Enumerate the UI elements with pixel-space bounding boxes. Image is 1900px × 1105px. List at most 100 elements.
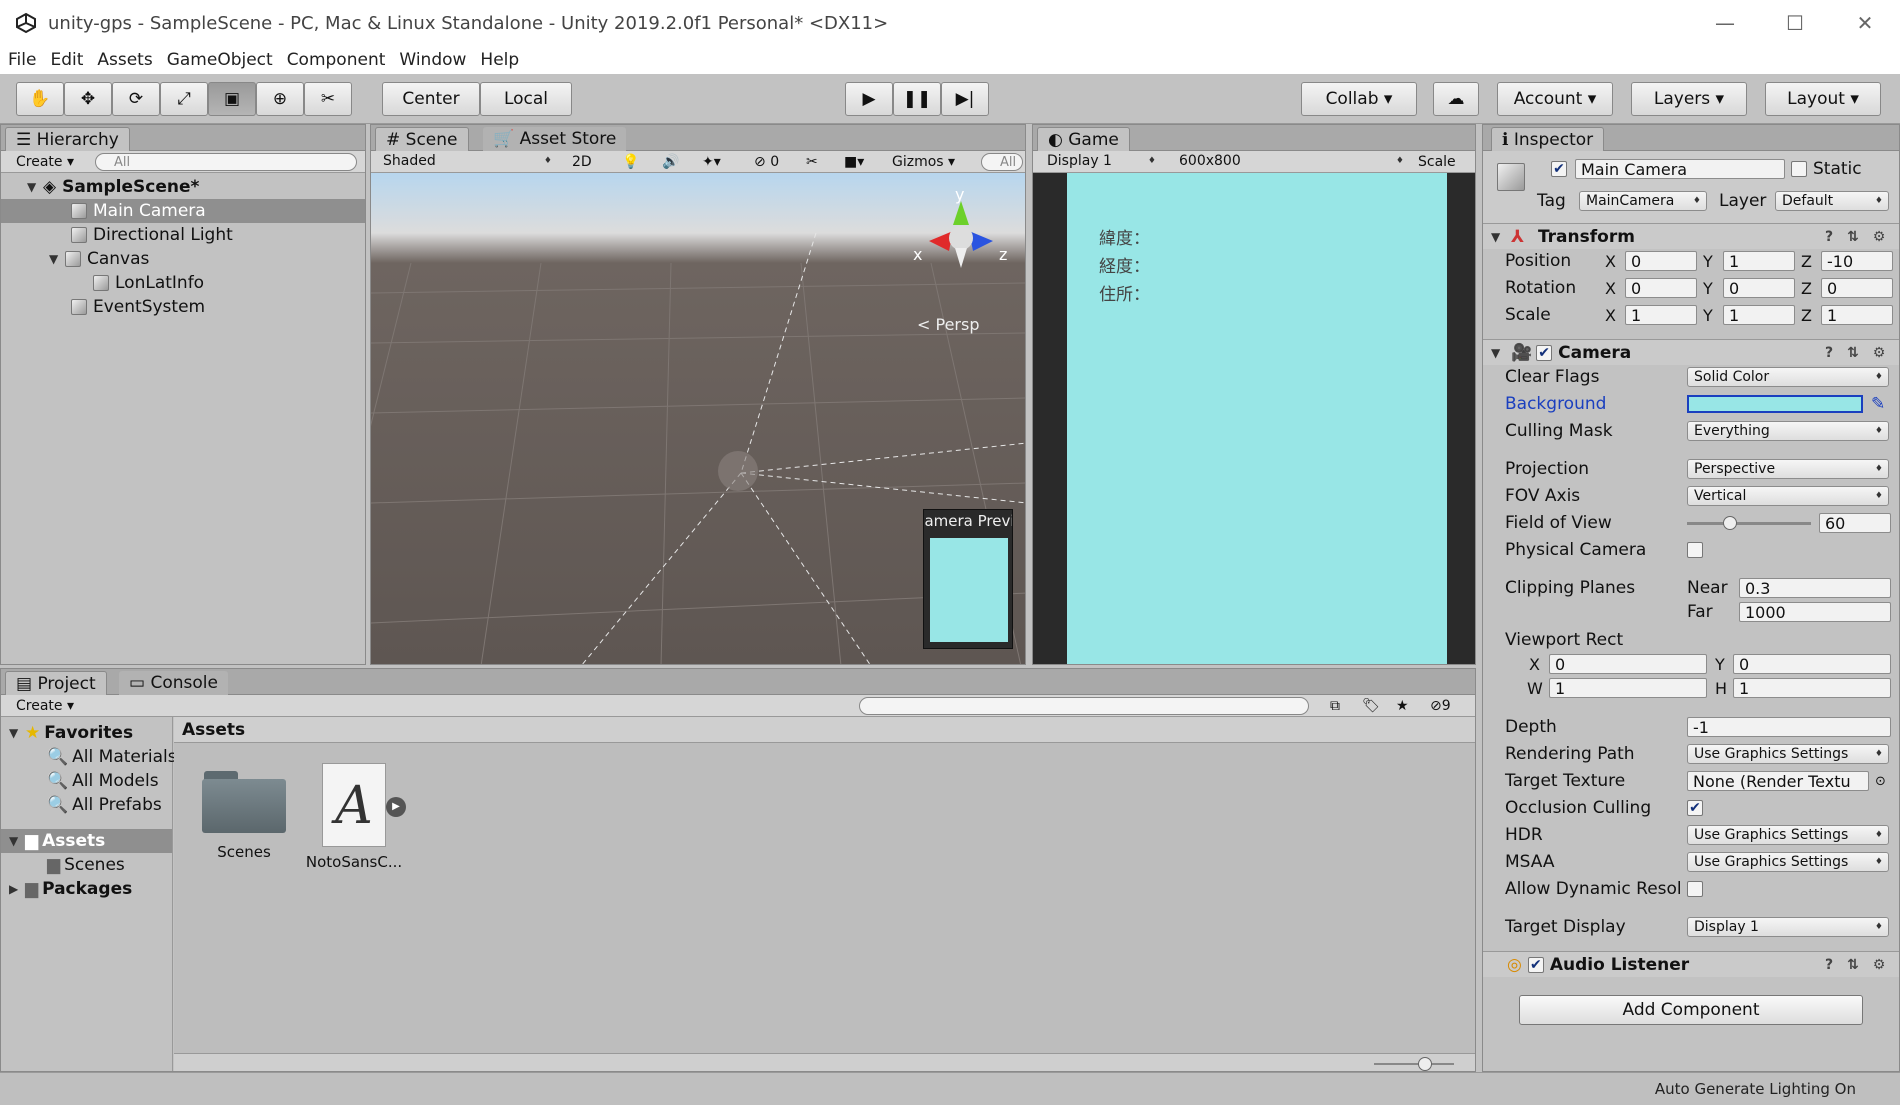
hierarchy-item-directional-light[interactable]: Directional Light bbox=[1, 223, 365, 247]
tab-game[interactable]: ◐ Game bbox=[1037, 127, 1130, 151]
icon-size-slider-thumb[interactable] bbox=[1418, 1057, 1432, 1071]
scale-x-field[interactable]: 1 bbox=[1625, 305, 1697, 325]
hand-tool-button[interactable]: ✋ bbox=[16, 82, 64, 116]
resolution-dropdown[interactable]: 600x800 bbox=[1173, 151, 1409, 171]
scenes-folder-node[interactable]: ▆ Scenes bbox=[1, 853, 172, 877]
project-search-input[interactable] bbox=[859, 697, 1309, 715]
shading-mode-dropdown[interactable]: Shaded bbox=[377, 151, 557, 171]
rendering-path-dropdown[interactable]: Use Graphics Settings bbox=[1687, 744, 1889, 764]
gear-icon[interactable]: ⚙ bbox=[1871, 229, 1887, 245]
transform-header[interactable]: ▼ ⅄ Transform ? ⇅ ⚙ bbox=[1483, 223, 1899, 249]
project-create-button[interactable]: Create ▾ bbox=[11, 696, 79, 716]
hierarchy-search-input[interactable]: All bbox=[95, 153, 357, 171]
asset-item-scenes[interactable]: Scenes bbox=[196, 767, 292, 861]
menu-edit[interactable]: Edit bbox=[50, 50, 83, 70]
preset-icon[interactable]: ⇅ bbox=[1845, 229, 1861, 245]
transform-tool-button[interactable]: ⊕ bbox=[256, 82, 304, 116]
scale-tool-button[interactable]: ⤢ bbox=[160, 82, 208, 116]
filter-label-icon[interactable]: 🏷 bbox=[1357, 696, 1385, 716]
fov-slider-thumb[interactable] bbox=[1723, 516, 1737, 530]
menu-gameobject[interactable]: GameObject bbox=[167, 50, 273, 70]
effects-toggle-icon[interactable]: ✦▾ bbox=[697, 152, 726, 172]
pause-button[interactable]: ❚❚ bbox=[893, 82, 941, 116]
rotation-y-field[interactable]: 0 bbox=[1723, 278, 1795, 298]
tab-asset-store[interactable]: 🛒 Asset Store bbox=[483, 127, 627, 151]
tab-project[interactable]: ▤ Project bbox=[5, 671, 107, 695]
projection-dropdown[interactable]: Perspective bbox=[1687, 459, 1889, 479]
tab-console[interactable]: ▭ Console bbox=[119, 671, 228, 695]
persp-label[interactable]: < Persp bbox=[917, 315, 980, 334]
active-checkbox[interactable]: ✔ bbox=[1551, 161, 1567, 177]
maximize-icon[interactable]: ☐ bbox=[1760, 0, 1830, 46]
cloud-button[interactable]: ☁ bbox=[1433, 82, 1479, 116]
tab-inspector[interactable]: ℹ Inspector bbox=[1491, 127, 1605, 151]
step-button[interactable]: ▶| bbox=[941, 82, 989, 116]
msaa-dropdown[interactable]: Use Graphics Settings bbox=[1687, 852, 1889, 872]
hierarchy-create-button[interactable]: Create ▾ bbox=[11, 152, 79, 172]
packages-node[interactable]: ▶ ▆ Packages bbox=[1, 877, 172, 901]
tag-dropdown[interactable]: MainCamera bbox=[1579, 191, 1707, 211]
viewport-x-field[interactable]: 0 bbox=[1549, 654, 1707, 674]
custom-tool-button[interactable]: ✂ bbox=[304, 82, 352, 116]
2d-toggle[interactable]: 2D bbox=[567, 152, 597, 172]
tools-toggle-icon[interactable]: ✂ bbox=[801, 152, 823, 172]
eyedropper-icon[interactable]: ✎ bbox=[1871, 394, 1885, 414]
position-z-field[interactable]: -10 bbox=[1821, 251, 1893, 271]
layers-dropdown[interactable]: Layers ▾ bbox=[1631, 82, 1747, 116]
menu-window[interactable]: Window bbox=[399, 50, 466, 70]
rect-tool-button[interactable]: ▣ bbox=[208, 82, 256, 116]
layer-dropdown[interactable]: Default bbox=[1775, 191, 1889, 211]
static-checkbox[interactable] bbox=[1791, 161, 1807, 177]
menu-help[interactable]: Help bbox=[480, 50, 519, 70]
layout-dropdown[interactable]: Layout ▾ bbox=[1765, 82, 1881, 116]
move-tool-button[interactable]: ✥ bbox=[64, 82, 112, 116]
filter-type-icon[interactable]: ⧉ bbox=[1325, 696, 1345, 716]
scene-search-input[interactable]: All bbox=[981, 153, 1023, 171]
minimize-icon[interactable]: — bbox=[1690, 0, 1760, 46]
background-color-swatch[interactable] bbox=[1687, 395, 1863, 413]
collab-button[interactable]: Collab ▾ bbox=[1301, 82, 1417, 116]
menu-component[interactable]: Component bbox=[287, 50, 386, 70]
scale-slider-label[interactable]: Scale bbox=[1413, 152, 1461, 172]
fov-slider-track[interactable] bbox=[1687, 522, 1811, 525]
pivot-center-button[interactable]: Center bbox=[382, 82, 480, 116]
object-name-field[interactable]: Main Camera bbox=[1575, 159, 1785, 179]
icon-size-slider-track[interactable] bbox=[1374, 1063, 1454, 1065]
rotation-z-field[interactable]: 0 bbox=[1821, 278, 1893, 298]
fov-axis-dropdown[interactable]: Vertical bbox=[1687, 486, 1889, 506]
occlusion-culling-checkbox[interactable]: ✔ bbox=[1687, 800, 1703, 816]
fov-field[interactable]: 60 bbox=[1819, 513, 1891, 533]
play-button[interactable]: ▶ bbox=[845, 82, 893, 116]
physical-camera-checkbox[interactable] bbox=[1687, 542, 1703, 558]
tab-hierarchy[interactable]: ☰ Hierarchy bbox=[5, 127, 130, 151]
audio-listener-enabled-checkbox[interactable]: ✔ bbox=[1527, 956, 1544, 973]
viewport-y-field[interactable]: 0 bbox=[1733, 654, 1891, 674]
add-component-button[interactable]: Add Component bbox=[1519, 995, 1863, 1025]
camera-settings-icon[interactable]: ■▾ bbox=[839, 152, 869, 172]
hierarchy-item-canvas[interactable]: ▼ Canvas bbox=[1, 247, 365, 271]
menu-file[interactable]: File bbox=[8, 50, 36, 70]
gear-icon[interactable]: ⚙ bbox=[1871, 957, 1887, 973]
viewport-h-field[interactable]: 1 bbox=[1733, 678, 1891, 698]
help-icon[interactable]: ? bbox=[1821, 957, 1837, 973]
viewport-w-field[interactable]: 1 bbox=[1549, 678, 1707, 698]
hierarchy-item-lonlatinfo[interactable]: LonLatInfo bbox=[1, 271, 365, 295]
audio-listener-header[interactable]: ◎ ✔ Audio Listener ? ⇅ ⚙ bbox=[1483, 951, 1899, 977]
clear-flags-dropdown[interactable]: Solid Color bbox=[1687, 367, 1889, 387]
account-dropdown[interactable]: Account ▾ bbox=[1497, 82, 1613, 116]
scale-z-field[interactable]: 1 bbox=[1821, 305, 1893, 325]
gear-icon[interactable]: ⚙ bbox=[1871, 345, 1887, 361]
close-icon[interactable]: ✕ bbox=[1830, 0, 1900, 46]
asset-item-font[interactable]: A ▶ NotoSansC... bbox=[304, 763, 406, 871]
preset-icon[interactable]: ⇅ bbox=[1845, 957, 1861, 973]
tab-scene[interactable]: # Scene bbox=[375, 127, 469, 151]
preset-icon[interactable]: ⇅ bbox=[1845, 345, 1861, 361]
favorite-all-models[interactable]: 🔍 All Models bbox=[1, 769, 172, 793]
target-display-dropdown[interactable]: Display 1 bbox=[1687, 917, 1889, 937]
hierarchy-item-main-camera[interactable]: Main Camera bbox=[1, 199, 365, 223]
camera-enabled-checkbox[interactable]: ✔ bbox=[1536, 344, 1553, 361]
hierarchy-item-eventsystem[interactable]: EventSystem bbox=[1, 295, 365, 319]
orientation-gizmo[interactable]: y x z bbox=[911, 185, 1011, 283]
position-x-field[interactable]: 0 bbox=[1625, 251, 1697, 271]
display-dropdown[interactable]: Display 1 bbox=[1041, 151, 1161, 171]
